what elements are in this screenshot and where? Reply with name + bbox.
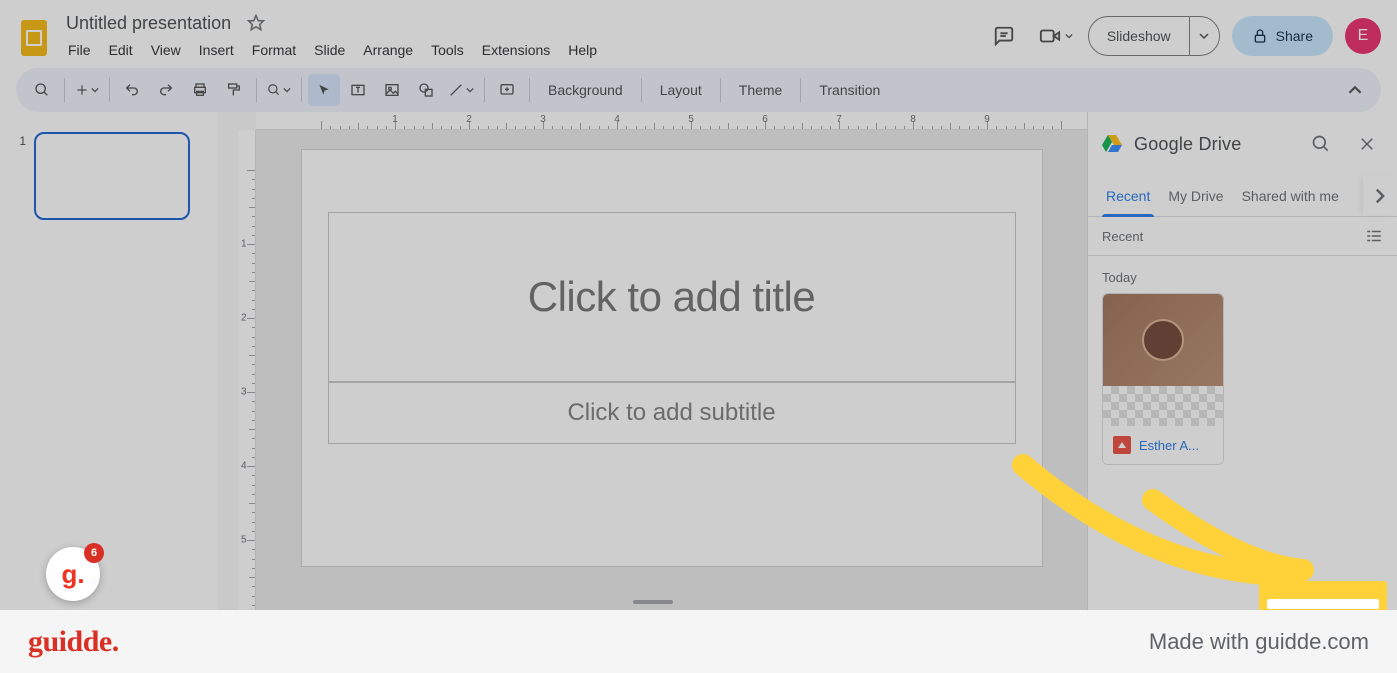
redo-button[interactable]: [150, 74, 182, 106]
image-tool[interactable]: [376, 74, 408, 106]
file-thumbnail: [1103, 294, 1223, 386]
slide-number: 1: [12, 132, 26, 148]
speaker-notes-handle[interactable]: [633, 600, 673, 604]
toolbar: Background Layout Theme Transition: [16, 68, 1381, 112]
search-menus-button[interactable]: [26, 74, 58, 106]
background-button[interactable]: Background: [536, 74, 635, 106]
meet-icon[interactable]: [1036, 16, 1076, 56]
guidde-notification-count: 6: [84, 543, 104, 563]
select-tool[interactable]: [308, 74, 340, 106]
section-label-recent: Recent: [1102, 229, 1143, 244]
vertical-ruler[interactable]: 12345: [238, 130, 256, 610]
title-placeholder[interactable]: Click to add title: [328, 212, 1016, 382]
menu-help[interactable]: Help: [560, 38, 605, 62]
layout-button[interactable]: Layout: [648, 74, 714, 106]
menu-view[interactable]: View: [143, 38, 189, 62]
print-button[interactable]: [184, 74, 216, 106]
star-icon[interactable]: [247, 14, 265, 32]
menu-edit[interactable]: Edit: [101, 38, 141, 62]
guidde-footer: guidde. Made with guidde.com: [0, 610, 1397, 673]
menu-insert[interactable]: Insert: [191, 38, 242, 62]
subtitle-placeholder[interactable]: Click to add subtitle: [328, 382, 1016, 444]
slideshow-dropdown[interactable]: [1189, 17, 1219, 55]
drive-side-panel: Google Drive Recent My Drive Shared with…: [1087, 112, 1397, 610]
menu-file[interactable]: File: [60, 38, 99, 62]
filmstrip: 1: [0, 112, 218, 610]
undo-button[interactable]: [116, 74, 148, 106]
line-tool[interactable]: [444, 74, 478, 106]
list-view-icon[interactable]: [1365, 227, 1383, 245]
menu-arrange[interactable]: Arrange: [355, 38, 421, 62]
editor-area: 123456789 12345 Click to add title Click…: [218, 112, 1087, 610]
menu-extensions[interactable]: Extensions: [474, 38, 558, 62]
share-label: Share: [1276, 28, 1313, 44]
guidde-g-icon: g.: [61, 559, 84, 590]
close-panel-icon[interactable]: [1349, 126, 1385, 162]
slides-logo[interactable]: [16, 20, 52, 56]
file-thumbnail-transparency: [1103, 386, 1223, 426]
textbox-tool[interactable]: [342, 74, 374, 106]
tab-my-drive[interactable]: My Drive: [1164, 176, 1237, 216]
lock-icon: [1252, 28, 1268, 44]
slideshow-split-button: Slideshow: [1088, 16, 1220, 56]
guidde-footer-logo: guidde.: [28, 625, 119, 659]
guidde-footer-credit: Made with guidde.com: [1149, 629, 1369, 655]
horizontal-ruler[interactable]: 123456789: [256, 112, 1087, 130]
slide-thumbnail-1[interactable]: [34, 132, 190, 220]
collapse-toolbar-button[interactable]: [1339, 74, 1371, 106]
drive-logo-icon: [1100, 132, 1124, 156]
menu-tools[interactable]: Tools: [423, 38, 472, 62]
group-today-label: Today: [1088, 256, 1397, 293]
drive-file-card[interactable]: Esther A...: [1102, 293, 1224, 465]
slide-canvas[interactable]: Click to add title Click to add subtitle: [302, 150, 1042, 566]
account-avatar[interactable]: E: [1345, 18, 1381, 54]
side-panel-title: Google Drive: [1134, 134, 1293, 155]
menu-format[interactable]: Format: [244, 38, 304, 62]
comments-icon[interactable]: [984, 16, 1024, 56]
guidde-widget-badge[interactable]: g. 6: [46, 547, 100, 601]
comment-tool[interactable]: [491, 74, 523, 106]
slideshow-button[interactable]: Slideshow: [1089, 17, 1189, 55]
workspace: 1 123456789 12345 Click to add title Cli…: [0, 112, 1397, 610]
file-name: Esther A...: [1139, 438, 1199, 453]
drive-search-icon[interactable]: [1303, 126, 1339, 162]
app-header: Untitled presentation File Edit View Ins…: [0, 0, 1397, 64]
canvas-background[interactable]: Click to add title Click to add subtitle: [256, 130, 1087, 610]
new-slide-button[interactable]: [71, 74, 103, 106]
transition-button[interactable]: Transition: [807, 74, 892, 106]
drive-tabs: Recent My Drive Shared with me: [1088, 176, 1397, 217]
annotation-highlight-box: [1259, 581, 1387, 613]
doc-title[interactable]: Untitled presentation: [60, 11, 237, 36]
menu-bar: File Edit View Insert Format Slide Arran…: [60, 38, 984, 62]
menu-slide[interactable]: Slide: [306, 38, 353, 62]
paint-format-button[interactable]: [218, 74, 250, 106]
shape-tool[interactable]: [410, 74, 442, 106]
tabs-scroll-right-icon[interactable]: [1363, 176, 1397, 215]
theme-button[interactable]: Theme: [727, 74, 795, 106]
share-button[interactable]: Share: [1232, 16, 1333, 56]
tab-shared[interactable]: Shared with me: [1238, 176, 1353, 216]
image-file-icon: [1113, 436, 1131, 454]
zoom-button[interactable]: [263, 74, 295, 106]
tab-recent[interactable]: Recent: [1102, 176, 1164, 216]
